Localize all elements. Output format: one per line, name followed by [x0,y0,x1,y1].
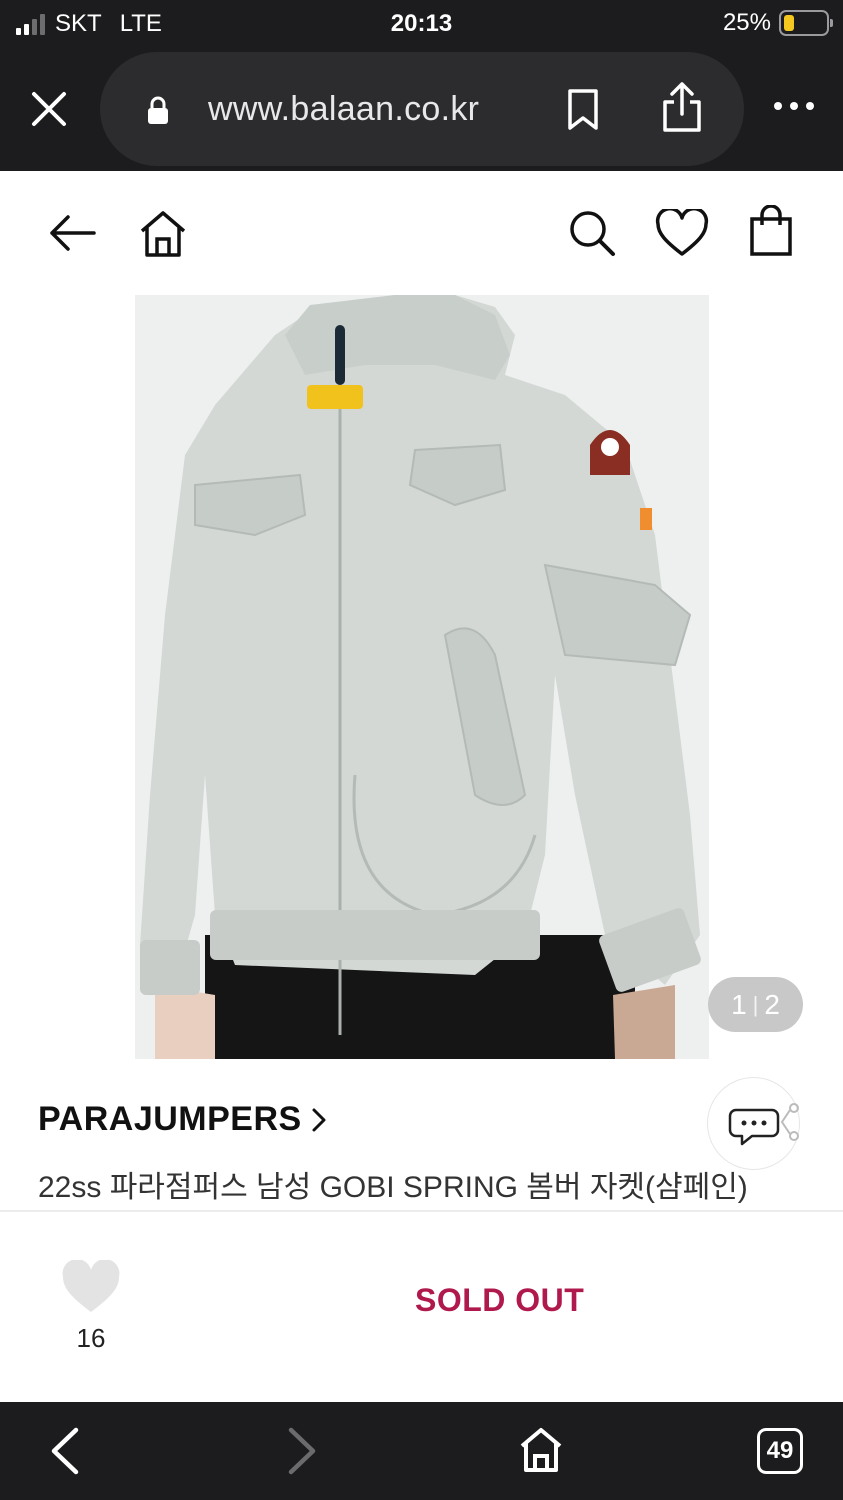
site-header [0,171,843,295]
bookmark-icon[interactable] [566,88,600,132]
product-image[interactable] [135,295,709,1059]
tabs-icon[interactable]: 49 [757,1428,803,1474]
lock-icon [148,96,168,124]
share-icon[interactable] [660,80,704,134]
shopping-bag-icon[interactable] [748,205,794,257]
status-bar: SKT LTE 20:13 25% [0,0,843,48]
brand-name[interactable]: PARAJUMPERS [38,1100,302,1139]
more-icon[interactable] [774,102,814,110]
chat-share-button[interactable] [707,1077,800,1170]
product-title: 22ss 파라점퍼스 남성 GOBI SPRING 봄버 자켓(샴페인) [38,1171,748,1204]
status-right: 25% [722,9,833,37]
tab-count: 49 [766,1437,794,1464]
browser-bar: www.balaan.co.kr [0,48,843,171]
brand-link[interactable]: PARAJUMPERS [38,1100,328,1139]
section-divider [0,1210,843,1212]
search-icon[interactable] [568,209,616,257]
forward-icon[interactable] [285,1426,321,1476]
like-button[interactable]: 16 [60,1259,122,1354]
url-text[interactable]: www.balaan.co.kr [208,90,479,129]
image-counter-separator: | [752,991,759,1017]
close-icon[interactable] [28,88,70,130]
home-icon[interactable] [138,209,188,259]
clock: 20:13 [390,10,453,37]
chevron-right-icon [312,1108,326,1131]
heart-filled-icon [62,1259,120,1312]
image-counter-total: 2 [764,988,780,1020]
heart-icon[interactable] [655,209,709,257]
sold-out-label: SOLD OUT [415,1282,585,1318]
battery-percent: 25% [722,9,771,36]
image-counter-current: 1 [731,988,747,1020]
address-bar[interactable]: www.balaan.co.kr [100,52,744,166]
home-icon[interactable] [518,1426,564,1474]
like-count: 16 [76,1323,106,1353]
image-counter: 1 | 2 [708,977,803,1032]
battery-icon [779,10,833,36]
bottom-toolbar: 49 [0,1402,843,1500]
back-icon[interactable] [46,1426,82,1476]
jacket-illustration [135,295,709,1059]
chat-bubble-icon [728,1103,799,1146]
back-arrow-icon[interactable] [48,209,96,257]
